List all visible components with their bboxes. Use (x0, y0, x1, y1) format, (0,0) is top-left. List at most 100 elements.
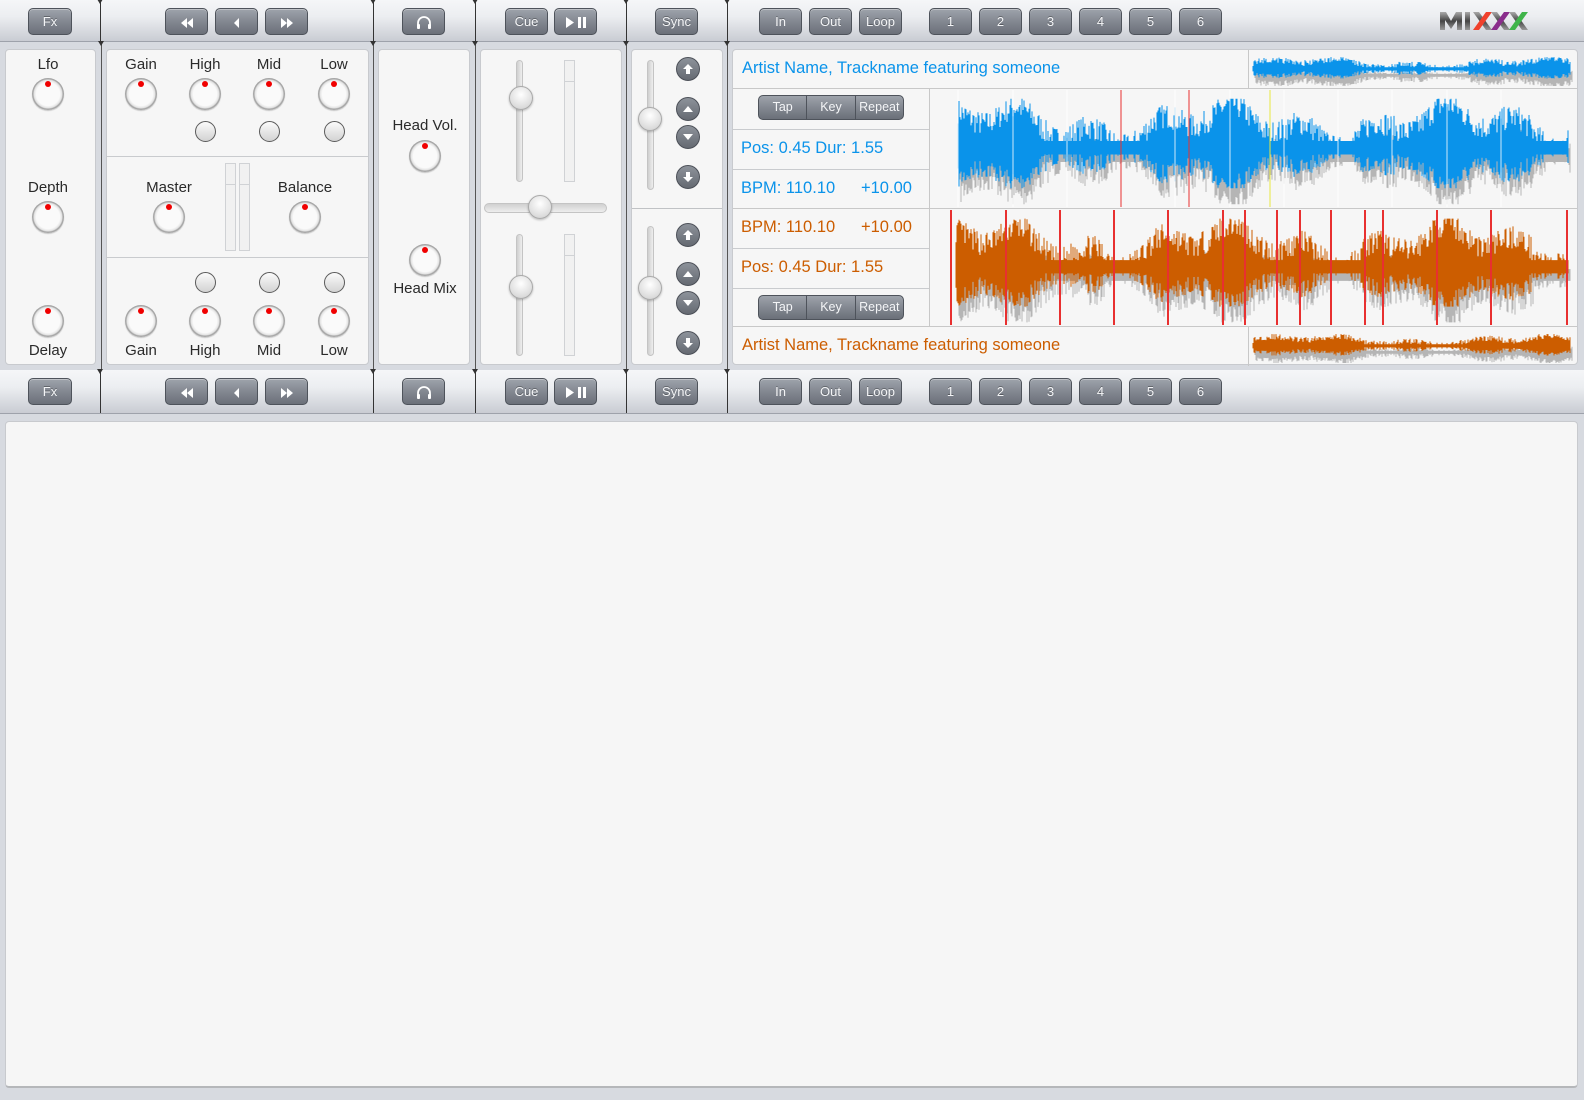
head-volume-knob[interactable] (409, 140, 441, 172)
hotcue-5-button[interactable]: 5 (1129, 8, 1172, 35)
deck1-gain-knob[interactable] (125, 78, 157, 110)
triangle-down-icon (683, 300, 693, 306)
hotcue-2-button[interactable]: 2 (979, 8, 1022, 35)
sync-button[interactable]: Sync (655, 8, 698, 35)
fx-button-bottom[interactable]: Fx (28, 378, 72, 405)
divider (733, 208, 1577, 209)
deck2-gain-knob[interactable] (125, 305, 157, 337)
backward-button[interactable] (215, 8, 258, 35)
deck1-high-knob[interactable] (189, 78, 221, 110)
hotcue-5-button-bottom[interactable]: 5 (1129, 378, 1172, 405)
depth-label: Depth (27, 179, 69, 196)
deck2-pitch-up-button[interactable] (676, 223, 700, 247)
deck1-tap-button[interactable]: Tap (759, 96, 808, 119)
deck2-button-group: Tap Key Repeat (758, 295, 904, 320)
deck1-volume-slider-track[interactable] (516, 60, 523, 182)
loop-out-button-bottom[interactable]: Out (809, 378, 852, 405)
deck1-volume-slider-thumb[interactable] (509, 86, 533, 110)
deck1-mid-knob[interactable] (253, 78, 285, 110)
loop-button[interactable]: Loop (859, 8, 902, 35)
deck1-key-button[interactable]: Key (807, 96, 856, 119)
depth-knob[interactable] (32, 201, 64, 233)
deck1-waveform[interactable] (931, 90, 1571, 207)
deck1-pitch-down-button[interactable] (676, 165, 700, 189)
deck2-pitch-slider-thumb[interactable] (638, 276, 662, 300)
triangle-down-icon (683, 134, 693, 140)
deck2-overview-waveform[interactable] (1251, 329, 1573, 363)
deck2-tap-button[interactable]: Tap (759, 296, 808, 319)
master-knob[interactable] (153, 201, 185, 233)
deck2-pitch-down-button[interactable] (676, 331, 700, 355)
hotcue-4-button-bottom[interactable]: 4 (1079, 378, 1122, 405)
deck1-high-kill-button[interactable] (194, 121, 216, 142)
toolbar-separator (472, 0, 478, 41)
deck2-low-kill-button[interactable] (323, 272, 345, 293)
fast-backward-icon (180, 387, 193, 398)
fx-button[interactable]: Fx (28, 8, 72, 35)
deck2-repeat-button[interactable]: Repeat (856, 296, 903, 319)
panel-divider (98, 41, 104, 370)
deck1-pitch-up-small-button[interactable] (676, 97, 700, 121)
cue-button-bottom[interactable]: Cue (505, 378, 548, 405)
deck1-pitch-up-button[interactable] (676, 57, 700, 81)
panel-divider (370, 41, 376, 370)
cue-button[interactable]: Cue (505, 8, 548, 35)
fast-forward-button[interactable] (265, 8, 308, 35)
headphone-cue-button[interactable] (402, 8, 445, 35)
deck2-key-button[interactable]: Key (807, 296, 856, 319)
hotcue-1-button[interactable]: 1 (929, 8, 972, 35)
deck1-overview-waveform[interactable] (1251, 52, 1573, 86)
deck1-pitch-slider-thumb[interactable] (638, 107, 662, 131)
toolbar-separator (623, 369, 629, 413)
deck1-pitch-down-small-button[interactable] (676, 125, 700, 149)
hotcue-1-button-bottom[interactable]: 1 (929, 378, 972, 405)
effects-panel: Lfo Depth Delay (5, 49, 96, 365)
deck2-mid-kill-button[interactable] (258, 272, 280, 293)
deck2-high-kill-button[interactable] (194, 272, 216, 293)
deck2-pitch-down-small-button[interactable] (676, 291, 700, 315)
hotcue-6-button-bottom[interactable]: 6 (1179, 378, 1222, 405)
loop-button-bottom[interactable]: Loop (859, 378, 902, 405)
mixxx-logo (1440, 12, 1528, 30)
deck2-volume-slider-thumb[interactable] (509, 275, 533, 299)
loop-in-button-bottom[interactable]: In (759, 378, 802, 405)
delay-knob[interactable] (32, 305, 64, 337)
arrow-down-icon (683, 172, 693, 182)
fast-backward-button[interactable] (165, 8, 208, 35)
hotcue-2-button-bottom[interactable]: 2 (979, 378, 1022, 405)
deck2-mid-knob[interactable] (253, 305, 285, 337)
library-area[interactable] (5, 421, 1578, 1088)
lfo-knob[interactable] (32, 78, 64, 110)
fast-forward-button-bottom[interactable] (265, 378, 308, 405)
deck2-waveform[interactable] (931, 210, 1571, 325)
balance-knob[interactable] (289, 201, 321, 233)
volume-panel (480, 49, 622, 365)
arrow-down-icon (683, 338, 693, 348)
hotcue-4-button[interactable]: 4 (1079, 8, 1122, 35)
deck1-bpm-readout: BPM: 110.10 (741, 179, 836, 197)
loop-out-button[interactable]: Out (809, 8, 852, 35)
headphone-cue-button-bottom[interactable] (402, 378, 445, 405)
play-pause-button[interactable] (554, 8, 597, 35)
hotcue-6-button[interactable]: 6 (1179, 8, 1222, 35)
panel-divider (623, 41, 629, 370)
deck2-low-knob[interactable] (318, 305, 350, 337)
fast-backward-button-bottom[interactable] (165, 378, 208, 405)
deck2-high-knob[interactable] (189, 305, 221, 337)
master-vu-meter-right (239, 163, 250, 251)
crossfader-thumb[interactable] (528, 195, 552, 219)
deck1-low-kill-button[interactable] (323, 121, 345, 142)
backward-icon (233, 17, 239, 28)
loop-in-button[interactable]: In (759, 8, 802, 35)
hotcue-3-button-bottom[interactable]: 3 (1029, 378, 1072, 405)
sync-button-bottom[interactable]: Sync (655, 378, 698, 405)
backward-button-bottom[interactable] (215, 378, 258, 405)
play-pause-button-bottom[interactable] (554, 378, 597, 405)
deck1-low-knob[interactable] (318, 78, 350, 110)
hotcue-3-button[interactable]: 3 (1029, 8, 1072, 35)
deck1-repeat-button[interactable]: Repeat (856, 96, 903, 119)
deck2-pitch-up-small-button[interactable] (676, 262, 700, 286)
mixer-panel: Gain High Mid Low Master Balance Gain Hi… (106, 49, 369, 365)
head-mix-knob[interactable] (409, 244, 441, 276)
deck1-mid-kill-button[interactable] (258, 121, 280, 142)
